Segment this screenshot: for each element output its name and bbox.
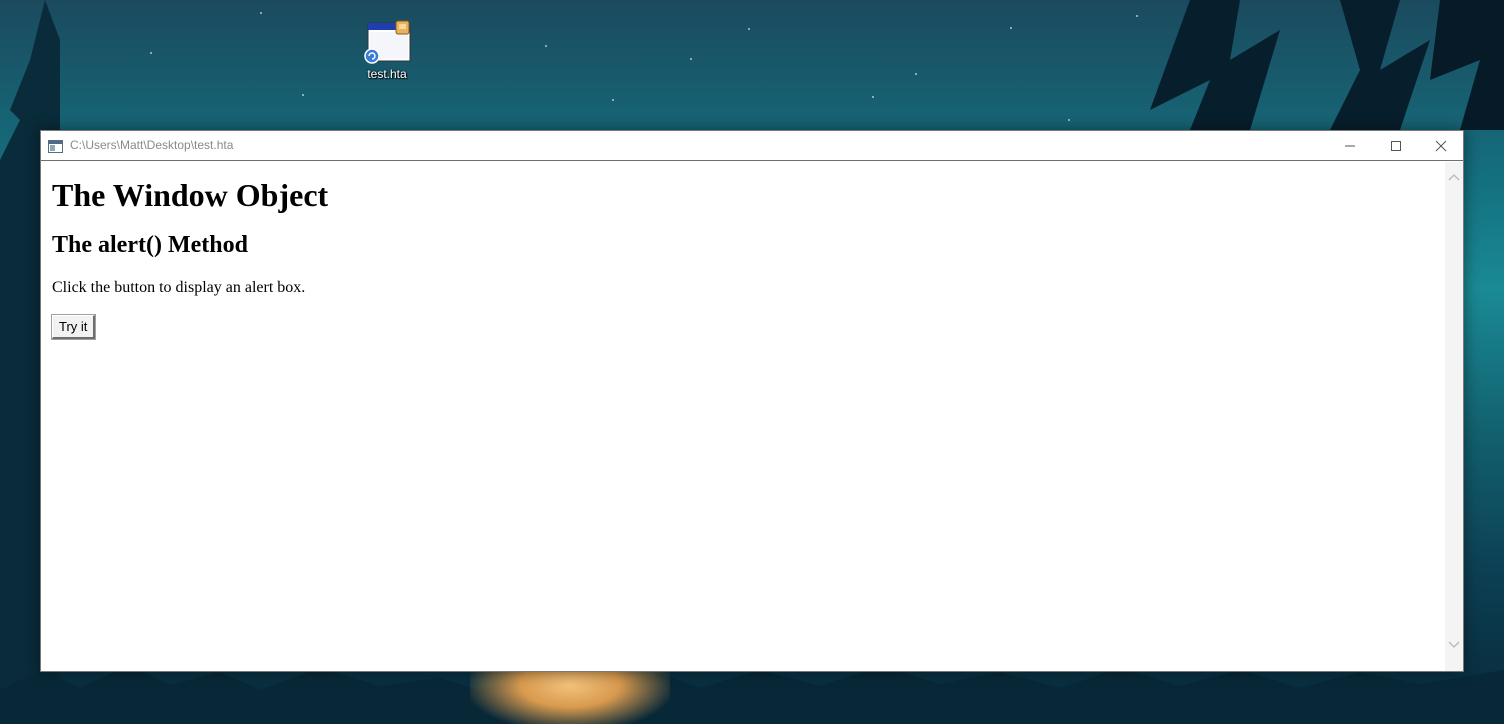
- hta-window: C:\Users\Matt\Desktop\test.hta The Windo…: [40, 130, 1464, 672]
- star: [690, 58, 692, 60]
- star: [302, 94, 304, 96]
- star: [915, 73, 917, 75]
- try-it-button[interactable]: Try it: [50, 314, 97, 340]
- desktop-icon-test-hta[interactable]: test.hta: [358, 20, 416, 81]
- app-window-icon: [48, 138, 63, 153]
- minimize-icon: [1345, 145, 1355, 146]
- star: [260, 12, 262, 14]
- star: [1010, 27, 1012, 29]
- star: [150, 52, 152, 54]
- window-title: C:\Users\Matt\Desktop\test.hta: [70, 138, 234, 152]
- close-button[interactable]: [1418, 131, 1464, 160]
- star: [612, 99, 614, 101]
- scroll-down-button[interactable]: [1445, 640, 1463, 654]
- document-body: The Window Object The alert() Method Cli…: [41, 162, 1445, 671]
- close-icon: [1435, 140, 1447, 151]
- star: [748, 28, 750, 30]
- star: [545, 45, 547, 47]
- chevron-up-icon: [1448, 174, 1460, 181]
- desktop-icon-label: test.hta: [367, 67, 407, 81]
- hta-file-icon: [363, 20, 411, 64]
- maximize-button[interactable]: [1373, 131, 1419, 160]
- star: [872, 96, 874, 98]
- page-title: The Window Object: [52, 177, 329, 213]
- vertical-scrollbar[interactable]: [1445, 162, 1463, 671]
- maximize-icon: [1391, 140, 1401, 151]
- star: [1068, 119, 1070, 121]
- page-subtitle: The alert() Method: [52, 232, 248, 258]
- window-titlebar[interactable]: C:\Users\Matt\Desktop\test.hta: [41, 131, 1463, 161]
- scroll-up-button[interactable]: [1445, 172, 1463, 186]
- minimize-button[interactable]: [1327, 131, 1373, 160]
- instruction-text: Click the button to display an alert box…: [52, 279, 306, 296]
- chevron-down-icon: [1448, 641, 1460, 648]
